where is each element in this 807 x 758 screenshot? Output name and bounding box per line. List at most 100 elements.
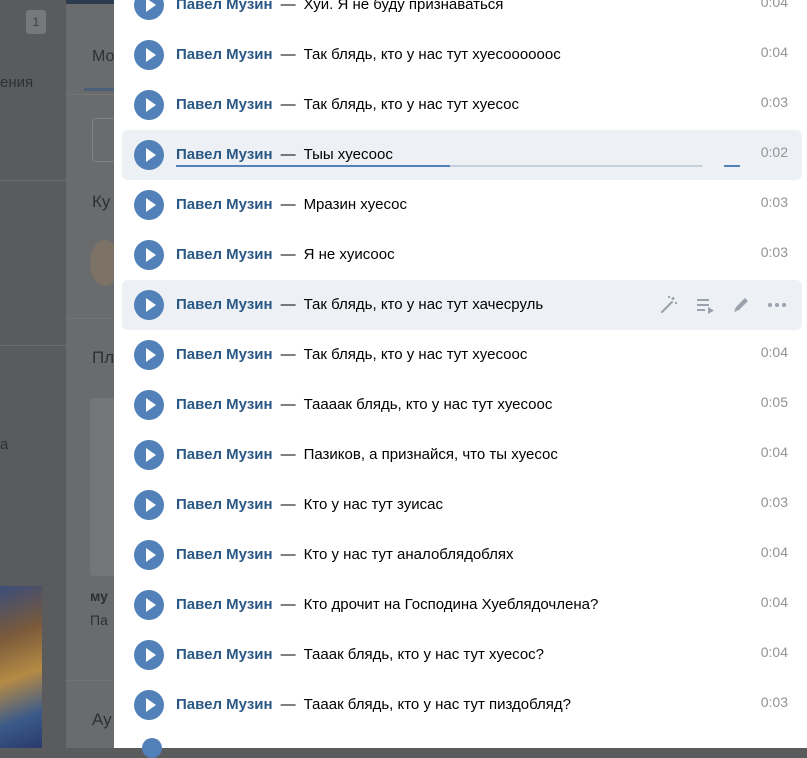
separator: — — [280, 396, 296, 413]
track-duration: 0:04 — [760, 44, 788, 60]
play-button[interactable] — [134, 240, 164, 270]
separator: — — [280, 496, 296, 513]
track-row[interactable]: Павел Музин — Так блядь, кто у нас тут хуе… — [122, 330, 802, 380]
track-title-line: Павел Музин — Так блядь, кто у нас тут хач… — [176, 295, 543, 315]
track-row[interactable]: Павел Музин — Кто у нас тут аналоблядоблях… — [122, 530, 802, 580]
song-title: Тааак блядь, кто у нас тут пиздобляд? — [303, 696, 572, 713]
song-title: Так блядь, кто у нас тут хуесоос — [303, 346, 528, 363]
track-row[interactable]: Павел Музин — Тыы хуесоос 0:02 — [122, 130, 802, 180]
artist-link[interactable]: Павел Музин — [176, 496, 273, 513]
volume-bar[interactable] — [724, 165, 740, 167]
track-duration: 0:03 — [760, 244, 788, 260]
song-title: Тааак блядь, кто у нас тут хуесос? — [303, 646, 545, 663]
track-row[interactable]: Павел Музин — Так блядь, кто у нас тут хуе… — [122, 80, 802, 130]
track-row[interactable]: Павел Музин — Тааак блядь, кто у нас тут х… — [122, 630, 802, 680]
divider — [66, 680, 114, 681]
divider — [66, 318, 114, 319]
artist-link[interactable]: Павел Музин — [176, 0, 273, 13]
more-dots-icon[interactable] — [766, 294, 788, 316]
artist-link[interactable]: Павел Музин — [176, 296, 273, 313]
track-title-line: Павел Музин — Кто у нас тут зуисас — [176, 495, 443, 515]
song-title: Я не хуисоос — [303, 246, 395, 263]
track-row[interactable]: Павел Музин — Пазиков, а признайся, что ты… — [122, 430, 802, 480]
separator: — — [280, 46, 296, 63]
track-row[interactable]: Павел Музин — Я не хуисоос 0:03 — [122, 230, 802, 280]
play-button[interactable] — [134, 290, 164, 320]
add-to-queue-icon[interactable] — [694, 294, 716, 316]
card-subtitle-fragment: Па — [90, 612, 108, 628]
artist-link[interactable]: Павел Музин — [176, 96, 273, 113]
divider — [0, 180, 66, 181]
artist-link[interactable]: Павел Музин — [176, 346, 273, 363]
track-title-line: Павел Музин — Хуи. Я не буду признаваться — [176, 0, 503, 15]
play-button[interactable] — [134, 0, 164, 20]
play-button[interactable] — [142, 738, 162, 758]
song-title: Кто у нас тут зуисас — [303, 496, 443, 513]
track-duration: 0:05 — [760, 394, 788, 410]
progress-fill — [176, 165, 450, 167]
artist-link[interactable]: Павел Музин — [176, 246, 273, 263]
track-duration: 0:02 — [760, 144, 788, 160]
track-row[interactable]: Павел Музин — Таааак блядь, кто у нас тут … — [122, 380, 802, 430]
magic-wand-icon[interactable] — [658, 294, 680, 316]
track-title-line: Павел Музин — Так блядь, кто у нас тут хуе… — [176, 95, 519, 115]
track-row[interactable]: Павел Музин — Хуи. Я не буду признаваться … — [122, 0, 802, 30]
play-button[interactable] — [134, 40, 164, 70]
artist-link[interactable]: Павел Музин — [176, 446, 273, 463]
track-duration: 0:03 — [760, 194, 788, 210]
progress-bar[interactable] — [176, 165, 702, 167]
track-row[interactable]: Павел Музин — Мразин хуесос 0:03 — [122, 180, 802, 230]
artist-link[interactable]: Павел Музин — [176, 646, 273, 663]
play-button[interactable] — [134, 390, 164, 420]
artist-link[interactable]: Павел Музин — [176, 546, 273, 563]
play-button[interactable] — [134, 340, 164, 370]
play-button[interactable] — [134, 90, 164, 120]
separator: — — [280, 196, 296, 213]
track-row[interactable]: Павел Музин — Тааак блядь, кто у нас тут п… — [122, 680, 802, 730]
song-title: Хуи. Я не буду признаваться — [303, 0, 504, 13]
artist-link[interactable]: Павел Музин — [176, 596, 273, 613]
play-button[interactable] — [134, 140, 164, 170]
artist-link[interactable]: Павел Музин — [176, 196, 273, 213]
separator: — — [280, 596, 296, 613]
artist-link[interactable]: Павел Музин — [176, 696, 273, 713]
play-button[interactable] — [134, 440, 164, 470]
separator: — — [280, 146, 296, 163]
track-title-line: Павел Музин — Тыы хуесоос — [176, 145, 393, 165]
play-button[interactable] — [134, 640, 164, 670]
sidebar-fragment: а — [0, 436, 9, 453]
divider — [0, 345, 66, 346]
song-title: Мразин хуесос — [303, 196, 407, 213]
tab-underline — [84, 88, 114, 91]
background-image — [0, 586, 42, 748]
search-input-fragment — [92, 118, 115, 162]
heading-fragment: Ау — [92, 710, 112, 729]
track-row[interactable]: Павел Музин — Кто у нас тут зуисас 0:03 — [122, 480, 802, 530]
track-row[interactable]: Павел Музин — Так блядь, кто у нас тут хуе… — [122, 30, 802, 80]
play-button[interactable] — [134, 190, 164, 220]
track-row[interactable]: Павел Музин — Так блядь, кто у нас тут хач… — [122, 280, 802, 330]
heading-fragment: Ку — [92, 192, 111, 211]
track-row[interactable]: Павел Музин — Кто дрочит на Господина Хуеб… — [122, 580, 802, 630]
artist-link[interactable]: Павел Музин — [176, 146, 273, 163]
card-title-fragment: му — [90, 588, 108, 604]
track-title-line: Павел Музин — Таааак блядь, кто у нас тут … — [176, 395, 552, 415]
play-button[interactable] — [134, 690, 164, 720]
artist-link[interactable]: Павел Музин — [176, 396, 273, 413]
artist-link[interactable]: Павел Музин — [176, 46, 273, 63]
header-bar — [66, 0, 114, 4]
track-duration: 0:04 — [760, 344, 788, 360]
song-title: Таааак блядь, кто у нас тут хуесоос — [303, 396, 553, 413]
song-title: Так блядь, кто у нас тут хачесруль — [303, 296, 544, 313]
track-duration: 0:03 — [760, 494, 788, 510]
play-button[interactable] — [134, 540, 164, 570]
background-card — [90, 398, 114, 576]
play-button[interactable] — [134, 490, 164, 520]
track-title-line: Павел Музин — Так блядь, кто у нас тут хуе… — [176, 45, 561, 65]
edit-pencil-icon[interactable] — [730, 294, 752, 316]
play-button[interactable] — [134, 590, 164, 620]
separator: — — [280, 546, 296, 563]
track-title-line: Павел Музин — Тааак блядь, кто у нас тут х… — [176, 645, 544, 665]
sidebar-fragment: ения — [0, 74, 34, 91]
track-title-line: Павел Музин — Я не хуисоос — [176, 245, 395, 265]
